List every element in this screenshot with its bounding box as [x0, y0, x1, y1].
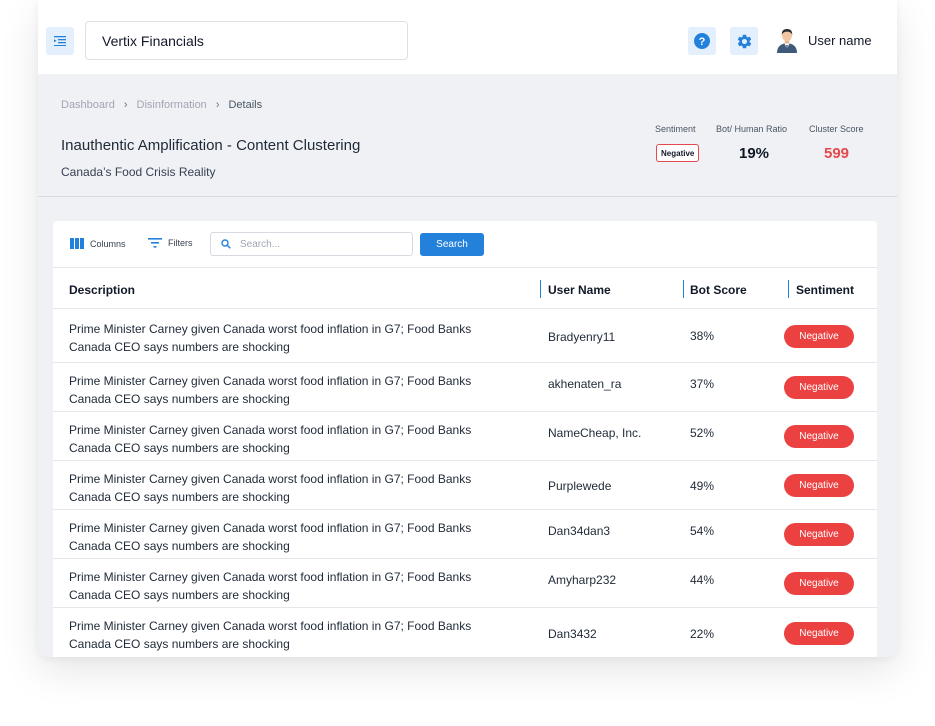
page-title: Inauthentic Amplification - Content Clus…	[61, 137, 361, 154]
row-user-name: Purplewede	[548, 479, 612, 493]
section-divider	[38, 196, 897, 197]
search-button[interactable]: Search	[420, 233, 484, 256]
table-row[interactable]: Prime Minister Carney given Canada worst…	[53, 461, 877, 510]
sentiment-badge: Negative	[784, 325, 854, 348]
score-metric-label: Cluster Score	[809, 124, 864, 134]
search-input[interactable]	[240, 238, 390, 250]
sentiment-metric-label: Sentiment	[655, 124, 696, 134]
row-bot-score: 49%	[690, 479, 715, 493]
row-bot-score: 54%	[690, 524, 715, 538]
sentiment-badge: Negative	[784, 572, 854, 595]
column-resize-handle[interactable]	[683, 280, 684, 298]
filters-label: Filters	[168, 238, 193, 248]
table-row[interactable]: Prime Minister Carney given Canada worst…	[53, 309, 877, 363]
description-line: Canada CEO says numbers are shocking	[69, 588, 290, 602]
user-avatar-icon[interactable]	[775, 27, 799, 53]
description-line: Prime Minister Carney given Canada worst…	[69, 472, 472, 486]
column-header-bot-score[interactable]: Bot Score	[690, 283, 747, 297]
table-row[interactable]: Prime Minister Carney given Canada worst…	[53, 363, 877, 412]
help-icon: ?	[694, 33, 710, 49]
username-label[interactable]: User name	[808, 33, 872, 48]
sentiment-badge: Negative	[784, 523, 854, 546]
chevron-right-icon: ›	[123, 99, 128, 111]
description-line: Prime Minister Carney given Canada worst…	[69, 521, 472, 535]
description-line: Prime Minister Carney given Canada worst…	[69, 423, 472, 437]
row-bot-score: 37%	[690, 377, 715, 391]
table-toolbar: Columns Filters Search... Search	[53, 221, 877, 267]
row-user-name: Bradyenry11	[548, 330, 616, 344]
menu-collapse-icon	[54, 36, 66, 46]
sentiment-badge: Negative	[784, 622, 854, 645]
column-header-user-name[interactable]: User Name	[548, 283, 611, 297]
description-line: Canada CEO says numbers are shocking	[69, 441, 290, 455]
description-line: Canada CEO says numbers are shocking	[69, 340, 290, 354]
filter-icon	[148, 238, 162, 248]
breadcrumb-item-disinformation[interactable]: Disinformation	[137, 99, 207, 111]
ratio-metric-value: 19%	[739, 145, 770, 162]
results-card: Columns Filters Search... Search Descrip…	[53, 221, 877, 657]
row-bot-score: 38%	[690, 329, 715, 343]
description-line: Prime Minister Carney given Canada worst…	[69, 619, 472, 633]
breadcrumb: Dashboard › Disinformation › Details	[61, 99, 262, 111]
menu-toggle-button[interactable]	[46, 27, 74, 55]
row-description: Prime Minister Carney given Canada worst…	[69, 519, 509, 555]
row-description: Prime Minister Carney given Canada worst…	[69, 421, 509, 457]
columns-icon	[70, 238, 84, 249]
description-line: Canada CEO says numbers are shocking	[69, 637, 290, 651]
gear-icon	[737, 34, 751, 48]
description-line: Prime Minister Carney given Canada worst…	[69, 570, 472, 584]
sentiment-badge: Negative	[784, 376, 854, 399]
breadcrumb-item-dashboard[interactable]: Dashboard	[61, 99, 115, 111]
svg-text:?: ?	[699, 36, 706, 48]
column-header-sentiment[interactable]: Sentiment	[796, 283, 854, 297]
search-field[interactable]	[210, 232, 413, 256]
top-header: Vertix Financials ? User name	[38, 0, 897, 74]
company-name: Vertix Financials	[102, 32, 204, 49]
table-header: Description User Name Bot Score Sentimen…	[53, 267, 877, 309]
columns-button[interactable]: Columns	[70, 238, 126, 249]
column-resize-handle[interactable]	[788, 280, 789, 298]
breadcrumb-item-details: Details	[228, 99, 263, 111]
description-line: Prime Minister Carney given Canada worst…	[69, 322, 472, 336]
row-description: Prime Minister Carney given Canada worst…	[69, 568, 509, 604]
row-user-name: Dan34dan3	[548, 524, 611, 538]
content-area: Dashboard › Disinformation › Details Ina…	[38, 74, 897, 657]
row-description: Prime Minister Carney given Canada worst…	[69, 372, 509, 408]
description-line: Canada CEO says numbers are shocking	[69, 392, 290, 406]
table-row[interactable]: Prime Minister Carney given Canada worst…	[53, 559, 877, 608]
description-line: Prime Minister Carney given Canada worst…	[69, 374, 472, 388]
settings-button[interactable]	[730, 27, 758, 55]
row-description: Prime Minister Carney given Canada worst…	[69, 320, 509, 356]
row-user-name: NameCheap, Inc.	[548, 426, 642, 440]
description-line: Canada CEO says numbers are shocking	[69, 539, 290, 553]
row-bot-score: 52%	[690, 426, 715, 440]
chevron-right-icon: ›	[215, 99, 220, 111]
sentiment-badge: Negative	[784, 425, 854, 448]
column-header-description[interactable]: Description	[69, 283, 135, 297]
app-window: Vertix Financials ? User name Dashboard	[38, 0, 897, 657]
sentiment-badge: Negative	[784, 474, 854, 497]
description-line: Canada CEO says numbers are shocking	[69, 490, 290, 504]
column-resize-handle[interactable]	[540, 280, 541, 298]
table-row[interactable]: Prime Minister Carney given Canada worst…	[53, 412, 877, 461]
table-row[interactable]: Prime Minister Carney given Canada worst…	[53, 608, 877, 657]
score-metric-value: 599	[824, 145, 850, 162]
row-user-name: akhenaten_ra	[548, 377, 622, 391]
row-user-name: Amyharp232	[548, 573, 617, 587]
help-button[interactable]: ?	[688, 27, 716, 55]
row-description: Prime Minister Carney given Canada worst…	[69, 617, 509, 653]
company-name-field[interactable]: Vertix Financials	[85, 21, 408, 60]
sentiment-metric-badge: Negative	[656, 144, 700, 162]
page-subtitle: Canada’s Food Crisis Reality	[61, 165, 216, 179]
search-icon	[221, 239, 231, 249]
row-bot-score: 44%	[690, 573, 715, 587]
row-bot-score: 22%	[690, 627, 715, 641]
ratio-metric-label: Bot/ Human Ratio	[716, 124, 788, 134]
table-row[interactable]: Prime Minister Carney given Canada worst…	[53, 510, 877, 559]
columns-label: Columns	[90, 238, 126, 249]
row-description: Prime Minister Carney given Canada worst…	[69, 470, 509, 506]
row-user-name: Dan3432	[548, 627, 597, 641]
filters-button[interactable]: Filters	[148, 238, 193, 248]
